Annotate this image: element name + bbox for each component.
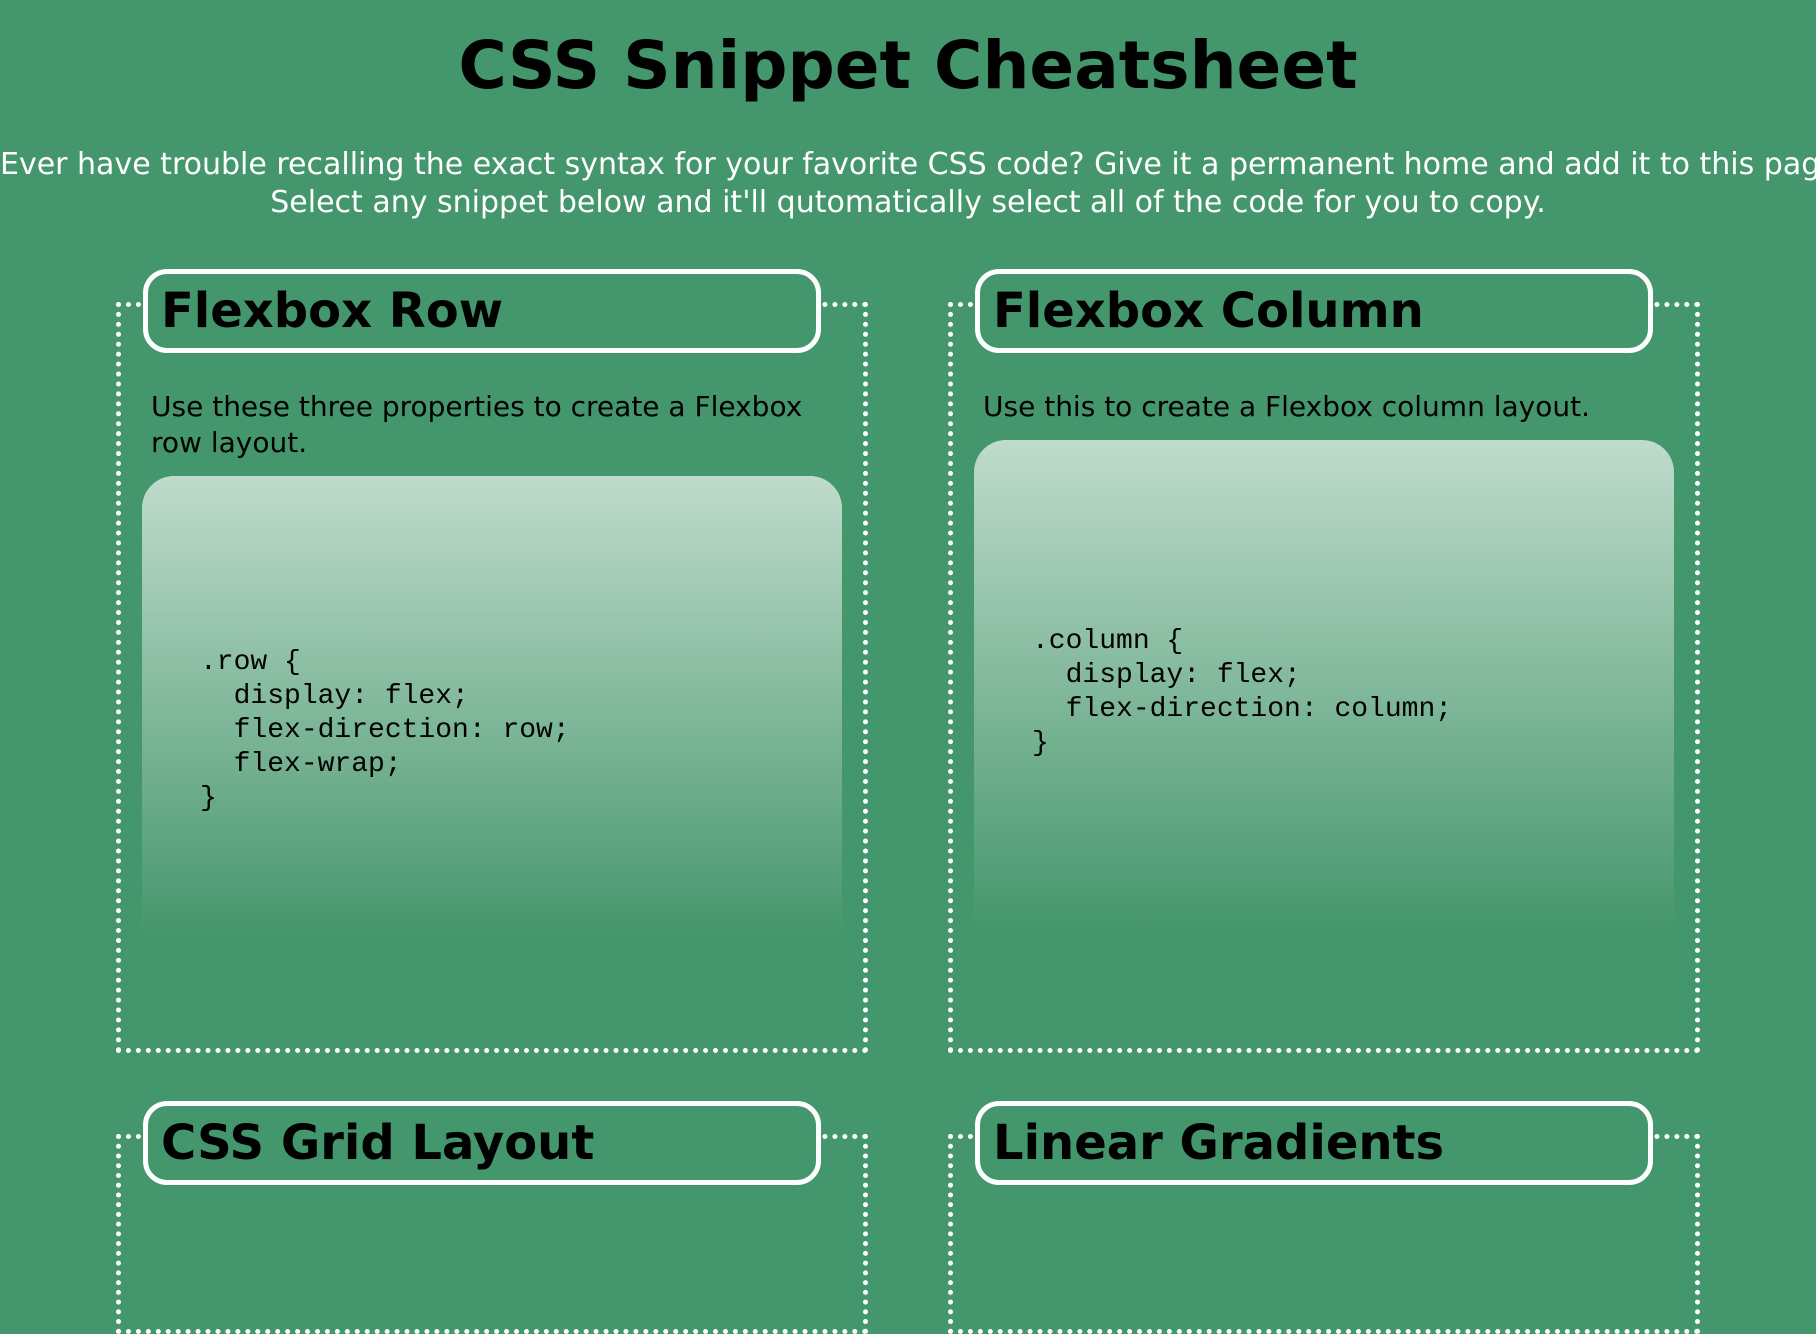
card-flexbox-column: Flexbox Column Use this to create a Flex… (948, 269, 1700, 1053)
card-title: Linear Gradients (993, 1115, 1445, 1171)
intro-line-2: Select any snippet below and it'll qutom… (270, 185, 1546, 220)
card-header: Flexbox Row (143, 269, 821, 353)
card-description: Use these three properties to create a F… (151, 390, 803, 459)
intro-line-1: Ever have trouble recalling the exact sy… (0, 147, 1816, 182)
card-linear-gradients: Linear Gradients (948, 1101, 1700, 1334)
card-title: CSS Grid Layout (161, 1115, 595, 1171)
card-header: CSS Grid Layout (143, 1101, 821, 1185)
card-title: Flexbox Row (161, 283, 504, 339)
snippet-code[interactable]: .row { display: flex; flex-direction: ro… (200, 646, 570, 816)
code-snippet[interactable]: .column { display: flex; flex-direction:… (974, 440, 1674, 1000)
snippet-code[interactable]: .column { display: flex; flex-direction:… (1032, 625, 1452, 761)
card-css-grid-layout: CSS Grid Layout (116, 1101, 868, 1334)
intro-text: Ever have trouble recalling the exact sy… (0, 146, 1816, 222)
page-title: CSS Snippet Cheatsheet (458, 27, 1358, 104)
card-header: Flexbox Column (975, 269, 1653, 353)
card-description: Use this to create a Flexbox column layo… (983, 390, 1590, 423)
code-snippet[interactable]: .row { display: flex; flex-direction: ro… (142, 476, 842, 1002)
card-header: Linear Gradients (975, 1101, 1653, 1185)
card-flexbox-row: Flexbox Row Use these three properties t… (116, 269, 868, 1053)
card-title: Flexbox Column (993, 283, 1424, 339)
